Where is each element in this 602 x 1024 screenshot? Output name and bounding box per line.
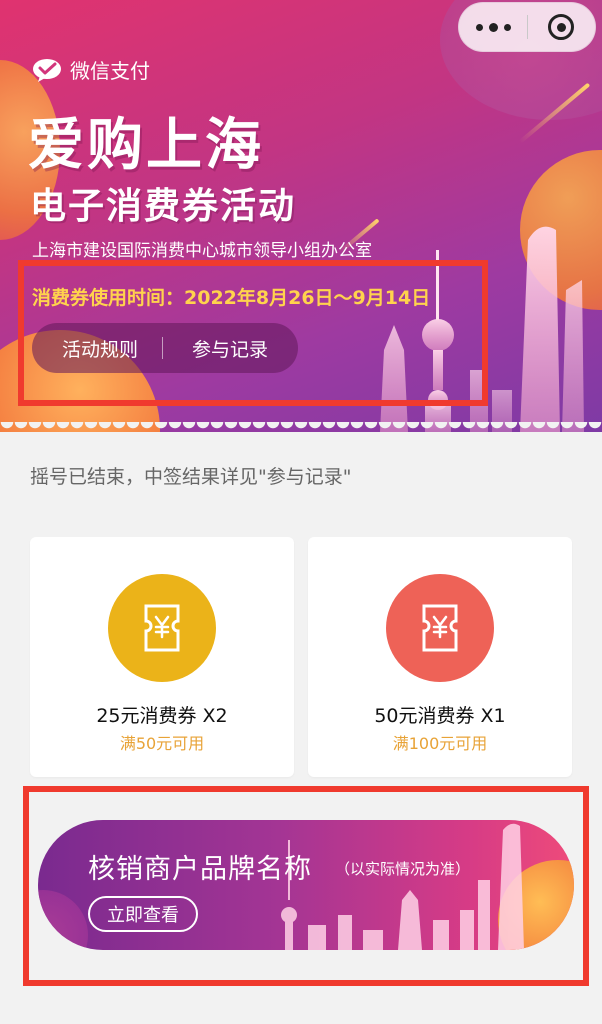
- target-close-icon[interactable]: [528, 3, 595, 51]
- ticket-perforation: [0, 422, 602, 432]
- pay-brand-text: 微信支付: [70, 59, 150, 83]
- miniprogram-capsule: [458, 2, 596, 52]
- coupon-card[interactable]: 50元消费券 X1 满100元可用: [308, 537, 572, 777]
- wechat-pay-logo: 微信支付: [32, 55, 150, 84]
- ticket-yuan-icon: [386, 574, 494, 682]
- wechat-pay-icon: [33, 58, 61, 82]
- coupon-name: 25元消费券 X2: [96, 705, 228, 727]
- more-dots-icon[interactable]: [459, 3, 527, 51]
- page-subtitle: 电子消费券活动: [30, 186, 297, 227]
- highlight-box: [18, 260, 488, 406]
- organizer-text: 上海市建设国际消费中心城市领导小组办公室: [32, 241, 372, 261]
- page-title: 爱购上海: [28, 113, 264, 178]
- coupon-condition: 满100元可用: [392, 734, 488, 753]
- coupon-card[interactable]: 25元消费券 X2 满50元可用: [30, 537, 294, 777]
- lottery-notice: 摇号已结束，中签结果详见"参与记录": [30, 466, 352, 488]
- ticket-yuan-icon: [108, 574, 216, 682]
- coupon-condition: 满50元可用: [119, 734, 205, 753]
- highlight-box: [23, 786, 589, 986]
- coupon-name: 50元消费券 X1: [374, 705, 506, 727]
